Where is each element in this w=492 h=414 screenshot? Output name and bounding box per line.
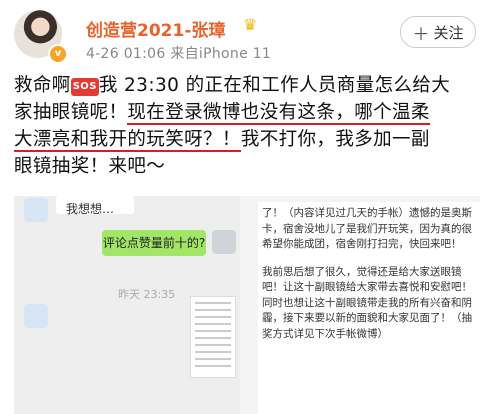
crown-icon: ♛ xyxy=(243,15,258,34)
chat-screenshot: 我想想… 评论点赞量前十的? 昨天 23:35 xyxy=(14,196,240,414)
note-paragraph: 了！（内容详见过几天的手帐）遗憾的是奥斯卡，宿舍没地儿了是我们开玩笑，因为真的很… xyxy=(262,207,472,250)
note-paragraph: 我前思后想了很久，觉得还是给大家送眼镜吧！让这十副眼镜给大家带去喜悦和安慰吧！同… xyxy=(262,265,472,340)
chat-bubble-outgoing: 评论点赞量前十的? xyxy=(102,230,206,256)
post-text-segment: 家抽眼镜呢！ xyxy=(14,102,128,123)
underlined-text: 大漂亮和我开的玩笑呀？！ xyxy=(14,129,241,152)
chat-avatar xyxy=(24,198,48,222)
post-text-segment: 我不打你，我多加一副 xyxy=(240,129,430,150)
attached-screenshot[interactable]: 我想想… 评论点赞量前十的? 昨天 23:35 了！（内容详见过几天的手帐）遗憾… xyxy=(14,196,480,414)
post-meta: 4-26 01:06 来自iPhone 11 xyxy=(86,46,272,62)
post-header: v 创造营2021-张璋 ♛ 4-26 01:06 来自iPhone 11 ＋ … xyxy=(0,0,492,68)
chat-timestamp: 昨天 23:35 xyxy=(118,288,176,301)
verified-badge-icon: v xyxy=(48,44,68,64)
post-text: 救命啊 SOS 我 23:30 的正在和工作人员商量怎么给大 家抽眼镜呢！现在登录微… xyxy=(14,72,480,180)
chat-message: 我想想… xyxy=(66,202,115,216)
post-text-segment: 眼镜抽奖！来吧～ xyxy=(14,156,166,177)
underlined-text: 现在登录微博也没有这条，哪个温柔 xyxy=(127,102,430,125)
username[interactable]: 创造营2021-张璋 xyxy=(86,16,225,41)
chat-avatar xyxy=(212,230,236,254)
chat-avatar xyxy=(24,304,48,328)
follow-button[interactable]: ＋ 关注 xyxy=(400,16,476,48)
note-screenshot: 了！（内容详见过几天的手帐）遗憾的是奥斯卡，宿舍没地儿了是我们开玩笑，因为真的很… xyxy=(258,202,480,414)
post-text-segment: 救命啊 xyxy=(14,75,71,96)
sos-emoji-icon: SOS xyxy=(70,78,99,96)
follow-label: 关注 xyxy=(433,23,464,42)
post-text-segment: 我 23:30 的正在和工作人员商量怎么给大 xyxy=(98,75,451,96)
note-text: 了！（内容详见过几天的手帐）遗憾的是奥斯卡，宿舍没地儿了是我们开玩笑，因为真的很… xyxy=(262,206,478,354)
plus-icon: ＋ xyxy=(412,24,430,45)
document-thumbnail xyxy=(190,296,236,378)
